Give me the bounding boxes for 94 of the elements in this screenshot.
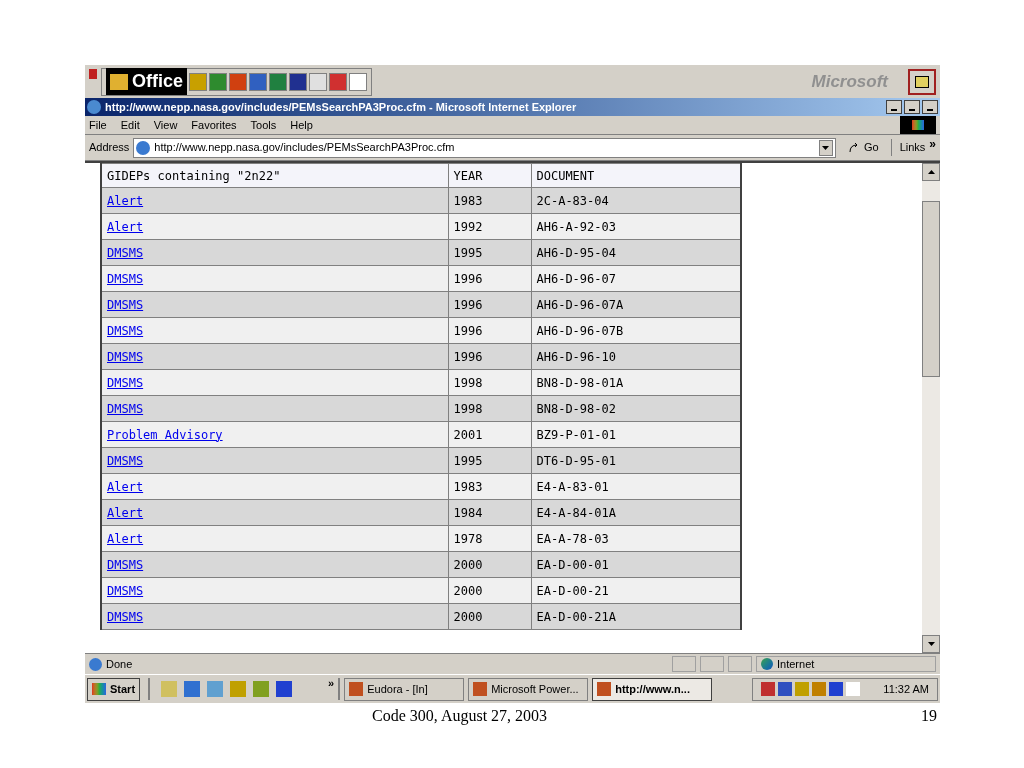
year-cell: 1978 [448,525,531,552]
app-shortcut-icon[interactable] [269,72,287,91]
year-cell: 1998 [448,395,531,422]
office-menu-icon[interactable] [908,68,936,95]
year-cell: 1995 [448,239,531,266]
tray-icon[interactable] [761,682,776,696]
app-shortcut-icon[interactable] [229,72,247,91]
status-panel [728,656,752,672]
app-shortcut-icon[interactable] [329,72,347,91]
app-icon [473,682,488,696]
type-link[interactable]: DMSMS [107,271,144,286]
type-link[interactable]: DMSMS [107,583,144,598]
minimize-icon[interactable] [886,100,902,114]
menu-item[interactable]: File [89,116,107,134]
year-cell: 1996 [448,265,531,292]
taskbar-button[interactable]: http://www.n... [592,677,713,701]
scroll-down-button[interactable] [922,635,940,653]
windows-logo-icon [900,116,936,134]
scroll-up-button[interactable] [922,163,940,181]
down-triangle-icon [927,642,935,646]
taskbar-button[interactable]: Eudora - [In] [344,677,465,701]
start-button[interactable]: Start [87,677,141,701]
type-link[interactable]: Alert [107,193,144,208]
up-triangle-icon [927,170,935,174]
tray-icon[interactable] [829,682,844,696]
type-link[interactable]: DMSMS [107,245,144,260]
quick-launch-icon[interactable] [276,681,293,697]
taskbar-button[interactable]: Microsoft Power... [468,677,589,701]
type-link[interactable]: Alert [107,479,144,494]
links-button[interactable]: Links [890,139,926,156]
year-cell: 1983 [448,187,531,214]
menu-item[interactable]: Help [290,116,313,134]
globe-icon [761,658,773,670]
links-chevron[interactable]: » [929,135,936,153]
office-title[interactable]: Office [106,68,187,95]
app-shortcut-icon[interactable] [289,72,307,91]
column-header: YEAR [448,163,531,188]
windows-logo-icon [92,683,106,695]
type-link[interactable]: DMSMS [107,557,144,572]
zone-panel: Internet [756,656,936,672]
type-link[interactable]: Alert [107,505,144,520]
tray-icon[interactable] [812,682,827,696]
tray-icon[interactable] [778,682,793,696]
dropdown-button[interactable] [818,139,833,156]
type-link[interactable]: DMSMS [107,375,144,390]
year-cell: 1984 [448,499,531,526]
type-link[interactable]: DMSMS [107,453,144,468]
brand-label: Microsoft [811,70,888,93]
scrollbar[interactable] [922,163,940,653]
app-shortcut-icon[interactable] [349,72,367,91]
type-link[interactable]: Alert [107,219,144,234]
year-cell: 1996 [448,317,531,344]
down-triangle-icon [822,145,830,150]
column-header: GIDEPs containing "2n22" [101,163,448,188]
address-field[interactable]: http://www.nepp.nasa.gov/includes/PEMsSearchPA3Proc.cfm [133,137,836,158]
year-cell: 2000 [448,603,531,630]
menu-item[interactable]: View [153,116,178,134]
slide-number: 19 [921,706,937,726]
year-cell: 1992 [448,213,531,240]
column-header: DOCUMENT [531,163,741,188]
app-shortcut-icon[interactable] [249,72,267,91]
address-label: Address [89,140,130,156]
year-cell: 1996 [448,343,531,370]
status-panel [672,656,696,672]
menu-item[interactable]: Edit [120,116,140,134]
go-button[interactable]: Go [839,137,887,158]
year-cell: 2000 [448,551,531,578]
year-cell: 1998 [448,369,531,396]
app-icon [597,682,612,696]
type-link[interactable]: DMSMS [107,349,144,364]
menu-item[interactable]: Favorites [191,116,237,134]
quick-launch-icon[interactable] [184,681,201,697]
chevron[interactable]: » [328,675,335,692]
office-logo-icon [89,69,97,79]
type-link[interactable]: DMSMS [107,323,144,338]
arrow-icon [847,141,860,154]
year-cell: 1996 [448,291,531,318]
window-title: http://www.nepp.nasa.gov/includes/PEMsSearchPA3Proc.cfm - Microsoft Internet Explorer [105,99,577,115]
type-link[interactable]: DMSMS [107,297,144,312]
menu-item[interactable]: Tools [250,116,277,134]
type-link[interactable]: DMSMS [107,401,144,416]
scroll-thumb[interactable] [922,201,940,377]
type-link[interactable]: Alert [107,531,144,546]
clock: 11:32 AM [883,681,929,697]
app-icon [349,682,364,696]
year-cell: 2001 [448,421,531,448]
slide-caption: Code 300, August 27, 2003 [372,706,548,727]
type-link[interactable]: Problem Advisory [107,427,223,442]
status-text: Done [106,656,134,672]
year-cell: 1995 [448,447,531,474]
year-cell: 2000 [448,577,531,604]
type-link[interactable]: DMSMS [107,609,144,624]
status-panel [700,656,724,672]
year-cell: 1983 [448,473,531,500]
